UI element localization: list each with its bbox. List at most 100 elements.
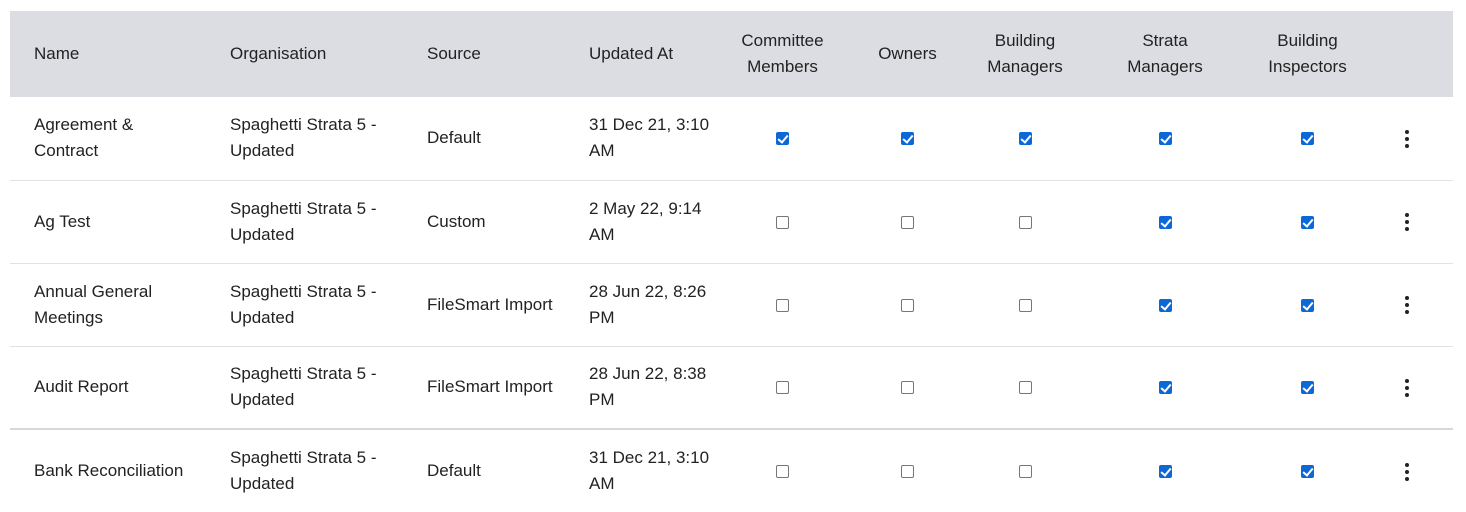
strata-managers-checkbox[interactable] <box>1158 465 1172 479</box>
updated-at-line2: AM <box>589 224 615 244</box>
header-building-managers-line2: Managers <box>987 57 1063 76</box>
header-name-label: Name <box>34 44 80 63</box>
building-inspectors-checkbox[interactable] <box>1301 215 1314 229</box>
header-owners[interactable]: Owners <box>840 11 975 97</box>
source-line1: Default <box>427 128 481 148</box>
committee-members-cell <box>725 180 840 263</box>
building-managers-checkbox[interactable] <box>1018 298 1032 312</box>
source-line1: Custom <box>427 211 486 231</box>
organisation-line2: Updated <box>230 141 295 161</box>
row-actions-cell <box>1360 429 1453 512</box>
table-header-row: Name Organisation Source Updated At Comm… <box>10 11 1453 97</box>
kebab-menu-icon[interactable] <box>1400 377 1414 399</box>
row-actions-cell <box>1360 263 1453 346</box>
header-strata-managers-line1: Strata <box>1142 31 1188 50</box>
name-line2: Meetings <box>34 307 103 327</box>
building-inspectors-cell <box>1255 263 1360 346</box>
owners-checkbox[interactable] <box>901 215 914 229</box>
strata-managers-checkbox[interactable] <box>1158 381 1172 395</box>
committee-members-checkbox[interactable] <box>776 381 789 395</box>
table-row[interactable]: Ag Test Spaghetti Strata 5 - Updated Custom… <box>10 180 1453 263</box>
building-managers-checkbox[interactable] <box>1018 215 1032 229</box>
row-actions-cell <box>1360 97 1453 180</box>
kebab-menu-icon[interactable] <box>1400 128 1414 150</box>
organisation-cell: Spaghetti Strata 5 - Updated <box>206 263 403 346</box>
building-inspectors-checkbox[interactable] <box>1301 298 1314 312</box>
table-row[interactable]: Agreement & Contract Spaghetti Strata 5 - U… <box>10 97 1453 180</box>
building-inspectors-cell <box>1255 97 1360 180</box>
header-committee-members[interactable]: Committee Members <box>725 11 840 97</box>
building-managers-cell <box>975 97 1075 180</box>
row-actions-cell <box>1360 346 1453 429</box>
building-inspectors-checkbox[interactable] <box>1301 465 1314 479</box>
updated-at-cell: 2 May 22, 9:14 AM <box>565 180 725 263</box>
owners-checkbox[interactable] <box>901 465 914 479</box>
header-building-inspectors-line1: Building <box>1277 31 1338 50</box>
kebab-menu-icon[interactable] <box>1400 211 1414 233</box>
updated-at-line1: 28 Jun 22, 8:38 <box>589 364 707 384</box>
organisation-cell: Spaghetti Strata 5 - Updated <box>206 97 403 180</box>
header-strata-managers[interactable]: Strata Managers <box>1075 11 1255 97</box>
strata-managers-cell <box>1075 180 1255 263</box>
kebab-menu-icon[interactable] <box>1400 461 1414 483</box>
name-cell: Ag Test <box>10 180 206 263</box>
name-line2: Contract <box>34 141 99 161</box>
building-managers-checkbox[interactable] <box>1018 465 1032 479</box>
source-line1: Default <box>427 461 481 480</box>
header-organisation[interactable]: Organisation <box>206 11 403 97</box>
header-building-inspectors[interactable]: Building Inspectors <box>1255 11 1360 97</box>
name-line1: Bank Reconciliation <box>34 461 184 480</box>
strata-managers-checkbox[interactable] <box>1158 298 1172 312</box>
updated-at-line1: 31 Dec 21, 3:10 <box>589 448 710 467</box>
committee-members-checkbox[interactable] <box>776 298 789 312</box>
header-updated-at[interactable]: Updated At <box>565 11 725 97</box>
building-inspectors-checkbox[interactable] <box>1301 132 1314 146</box>
header-committee-members-line2: Members <box>747 57 818 76</box>
building-managers-cell <box>975 429 1075 512</box>
name-cell: Annual General Meetings <box>10 263 206 346</box>
strata-managers-checkbox[interactable] <box>1158 215 1172 229</box>
source-line1: FileSmart Import <box>427 377 553 397</box>
kebab-menu-icon[interactable] <box>1400 294 1414 316</box>
table-body: Agreement & Contract Spaghetti Strata 5 - U… <box>10 97 1453 512</box>
updated-at-line1: 2 May 22, 9:14 <box>589 198 702 218</box>
header-committee-members-line1: Committee <box>741 31 824 50</box>
organisation-line2: Updated <box>230 390 295 410</box>
owners-checkbox[interactable] <box>901 298 914 312</box>
updated-at-cell: 31 Dec 21, 3:10 AM <box>565 429 725 512</box>
owners-checkbox[interactable] <box>901 381 914 395</box>
source-cell: Custom <box>403 180 565 263</box>
owners-cell <box>840 180 975 263</box>
committee-members-checkbox[interactable] <box>776 465 789 479</box>
updated-at-line1: 31 Dec 21, 3:10 <box>589 115 710 135</box>
table-row[interactable]: Annual General Meetings Spaghetti Strata 5… <box>10 263 1453 346</box>
source-line1: FileSmart Import <box>427 294 553 314</box>
header-source[interactable]: Source <box>403 11 565 97</box>
strata-managers-checkbox[interactable] <box>1158 132 1172 146</box>
owners-checkbox[interactable] <box>901 132 914 146</box>
updated-at-cell: 28 Jun 22, 8:26 PM <box>565 263 725 346</box>
organisation-line1: Spaghetti Strata 5 - <box>230 198 377 218</box>
building-inspectors-checkbox[interactable] <box>1301 381 1314 395</box>
source-cell: FileSmart Import <box>403 263 565 346</box>
strata-managers-cell <box>1075 263 1255 346</box>
committee-members-cell <box>725 429 840 512</box>
document-categories-table: Name Organisation Source Updated At Comm… <box>10 11 1453 512</box>
header-building-managers[interactable]: Building Managers <box>975 11 1075 97</box>
committee-members-checkbox[interactable] <box>776 215 789 229</box>
organisation-line1: Spaghetti Strata 5 - <box>230 115 377 135</box>
committee-members-cell <box>725 346 840 429</box>
source-cell: Default <box>403 97 565 180</box>
building-managers-checkbox[interactable] <box>1018 132 1032 146</box>
owners-cell <box>840 429 975 512</box>
header-building-inspectors-line2: Inspectors <box>1268 57 1347 76</box>
updated-at-line1: 28 Jun 22, 8:26 <box>589 281 707 301</box>
header-owners-label: Owners <box>878 44 937 63</box>
updated-at-cell: 31 Dec 21, 3:10 AM <box>565 97 725 180</box>
source-cell: Default <box>403 429 565 512</box>
header-name[interactable]: Name <box>10 11 206 97</box>
committee-members-checkbox[interactable] <box>776 132 789 146</box>
table-row[interactable]: Audit Report Spaghetti Strata 5 - Updated F… <box>10 346 1453 429</box>
building-managers-checkbox[interactable] <box>1018 381 1032 395</box>
table-row[interactable]: Bank Reconciliation Spaghetti Strata 5 - U… <box>10 429 1453 512</box>
